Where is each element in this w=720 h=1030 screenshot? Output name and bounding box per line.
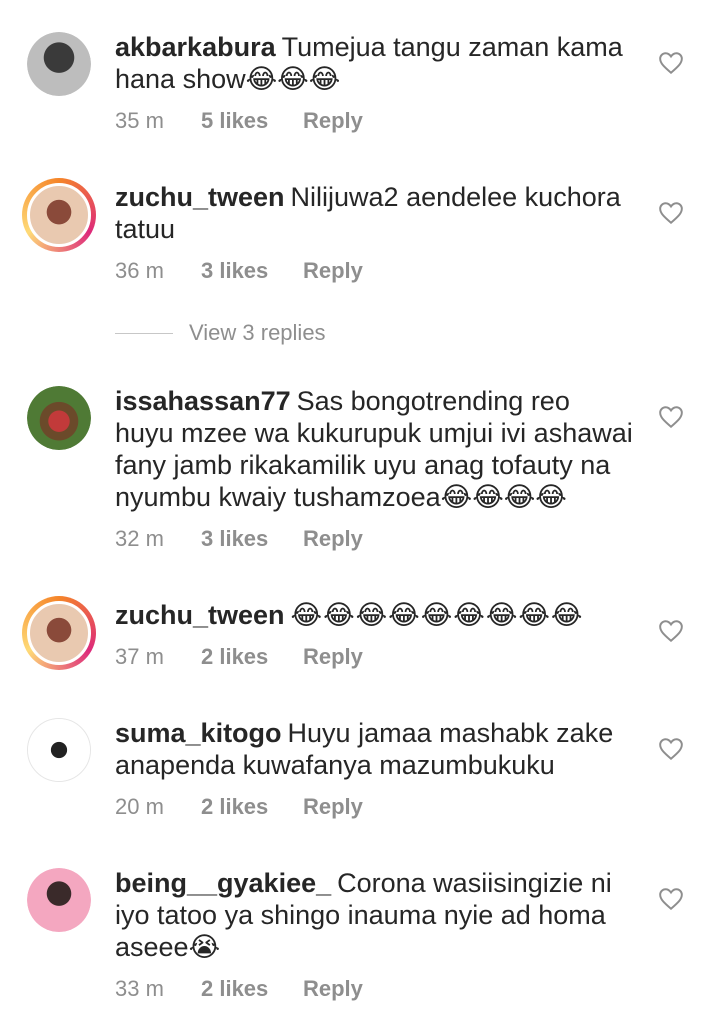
heart-outline-icon[interactable] <box>658 887 684 911</box>
reply-button[interactable]: Reply <box>303 108 363 134</box>
comment-time: 35 m <box>115 108 164 133</box>
heart-outline-icon[interactable] <box>658 51 684 75</box>
comment-meta: 35 m 5 likes Reply <box>115 108 363 134</box>
comment-meta: 33 m 2 likes Reply <box>115 976 363 1002</box>
comment-text: zuchu_tween Nilijuwa2 aendelee kuchora ta… <box>115 181 635 245</box>
heart-outline-icon[interactable] <box>658 619 684 643</box>
comment-username[interactable]: issahassan77 <box>115 386 291 416</box>
reply-button[interactable]: Reply <box>303 794 363 820</box>
comment-username[interactable]: zuchu_tween <box>115 600 285 630</box>
comment-time: 32 m <box>115 526 164 551</box>
comment-meta: 36 m 3 likes Reply <box>115 258 363 284</box>
view-replies-label: View 3 replies <box>189 320 326 345</box>
comment-username[interactable]: being__gyakiee_ <box>115 868 331 898</box>
heart-outline-icon[interactable] <box>658 737 684 761</box>
comment-text: akbarkabura Tumejua tangu zaman kama hana… <box>115 31 635 95</box>
comment-meta: 32 m 3 likes Reply <box>115 526 363 552</box>
reply-button[interactable]: Reply <box>303 526 363 552</box>
avatar[interactable] <box>22 178 96 252</box>
comment-meta: 20 m 2 likes Reply <box>115 794 363 820</box>
comment-time: 33 m <box>115 976 164 1001</box>
comment-username[interactable]: suma_kitogo <box>115 718 282 748</box>
replies-divider <box>115 332 173 334</box>
comment-time: 36 m <box>115 258 164 283</box>
comment-likes[interactable]: 2 likes <box>201 644 303 670</box>
avatar[interactable] <box>27 868 91 932</box>
reply-button[interactable]: Reply <box>303 644 363 670</box>
reply-button[interactable]: Reply <box>303 258 363 284</box>
comment-username[interactable]: akbarkabura <box>115 32 276 62</box>
comment-username[interactable]: zuchu_tween <box>115 182 285 212</box>
comment-body: 😂😂😂😂😂😂😂😂😂 <box>290 600 584 630</box>
comment-text: being__gyakiee_ Corona wasiisingizie ni i… <box>115 867 635 963</box>
comment-likes[interactable]: 3 likes <box>201 258 303 284</box>
comment-likes[interactable]: 2 likes <box>201 976 303 1002</box>
comment-text: zuchu_tween 😂😂😂😂😂😂😂😂😂 <box>115 599 635 631</box>
comment-text: suma_kitogo Huyu jamaa mashabk zake anape… <box>115 717 635 781</box>
comment-time: 37 m <box>115 644 164 669</box>
avatar[interactable] <box>27 32 91 96</box>
comment-likes[interactable]: 3 likes <box>201 526 303 552</box>
reply-button[interactable]: Reply <box>303 976 363 1002</box>
comment-time: 20 m <box>115 794 164 819</box>
comment-likes[interactable]: 5 likes <box>201 108 303 134</box>
comments-list: akbarkabura Tumejua tangu zaman kama hana… <box>0 0 720 1030</box>
view-replies-button[interactable]: View 3 replies <box>115 320 326 346</box>
comment-text: issahassan77 Sas bongotrending reo huyu m… <box>115 385 635 513</box>
comment-likes[interactable]: 2 likes <box>201 794 303 820</box>
comment-meta: 37 m 2 likes Reply <box>115 644 363 670</box>
heart-outline-icon[interactable] <box>658 405 684 429</box>
avatar[interactable] <box>27 718 91 782</box>
avatar[interactable] <box>22 596 96 670</box>
heart-outline-icon[interactable] <box>658 201 684 225</box>
avatar[interactable] <box>27 386 91 450</box>
